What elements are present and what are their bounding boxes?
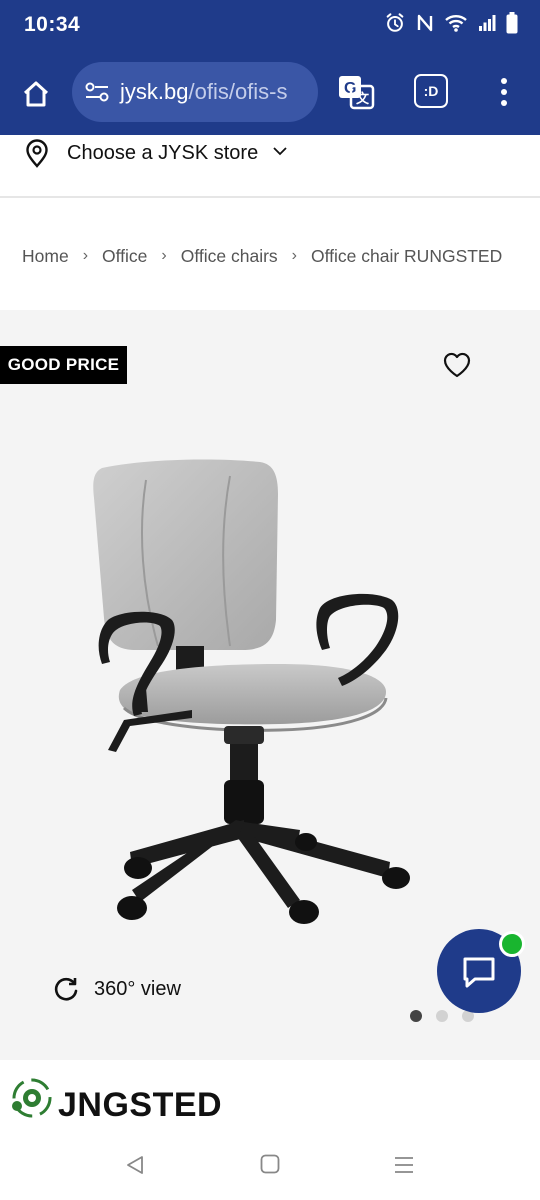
menu-dot (501, 78, 507, 84)
product-title-row: JNGSTED (0, 1062, 540, 1142)
wifi-icon (444, 13, 468, 33)
store-selector-label: Choose a JYSK store (67, 142, 259, 164)
browser-header: 10:34 jysk.bg/ofis/ofis-s G 文:D (0, 0, 540, 135)
system-navigation-bar (0, 1140, 540, 1200)
translate-icon: G文 (339, 76, 375, 110)
svg-text:文: 文 (356, 91, 370, 106)
alarm-icon (384, 12, 406, 34)
signal-icon (478, 14, 496, 32)
breadcrumb-office[interactable]: Office (102, 246, 147, 267)
breadcrumb-home[interactable]: Home (22, 246, 69, 267)
chat-bubble-icon (463, 957, 495, 988)
chevron-down-icon (273, 147, 287, 156)
home-icon (23, 81, 49, 107)
battery-icon (506, 12, 518, 34)
home-square-icon[interactable] (260, 1154, 280, 1174)
chevron-right-icon: › (82, 247, 89, 264)
breadcrumb: Home › Office › Office chairs › Office c… (22, 244, 522, 268)
status-time: 10:34 (24, 13, 81, 36)
breadcrumb-current: Office chair RUNGSTED (311, 245, 503, 266)
browser-toolbar: jysk.bg/ofis/ofis-s G文 :D (0, 60, 540, 124)
rotate-icon (54, 977, 78, 1001)
nfc-icon (416, 13, 434, 33)
gallery-dot[interactable] (436, 1010, 448, 1022)
menu-dot (501, 89, 507, 95)
url-path: /ofis/ofis-s (188, 79, 288, 104)
eco-label-icon (12, 1078, 52, 1118)
product-image (93, 459, 410, 924)
site-settings-icon[interactable] (84, 80, 110, 104)
menu-dot (501, 100, 507, 106)
chevron-right-icon: › (161, 247, 167, 264)
browser-menu-button[interactable] (492, 74, 516, 110)
recent-apps-icon[interactable] (393, 1154, 415, 1176)
gallery-pagination (410, 1010, 474, 1022)
view-360-label: 360° view (94, 977, 181, 1000)
chat-online-indicator (499, 931, 525, 957)
status-icons (384, 12, 518, 34)
browser-home-button[interactable] (14, 72, 58, 116)
gallery-dot-active[interactable] (410, 1010, 422, 1022)
address-bar[interactable]: jysk.bg/ofis/ofis-s (72, 62, 318, 122)
chevron-right-icon: › (291, 247, 297, 264)
status-bar: 10:34 (0, 0, 540, 50)
good-price-badge: GOOD PRICE (0, 346, 127, 384)
store-selector[interactable]: Choose a JYSK store (0, 135, 540, 198)
url-text: jysk.bg/ofis/ofis-s (120, 79, 288, 105)
translate-button[interactable]: G文 (336, 72, 376, 112)
tabs-button[interactable]: :D (414, 74, 448, 108)
location-pin-icon (26, 139, 48, 168)
product-title: JNGSTED (58, 1086, 223, 1124)
back-icon[interactable] (124, 1154, 146, 1176)
heart-icon[interactable] (440, 348, 474, 382)
breadcrumb-office-chairs[interactable]: Office chairs (181, 246, 278, 267)
url-domain: jysk.bg (120, 79, 189, 104)
view-360-button[interactable]: 360° view (52, 975, 181, 1003)
